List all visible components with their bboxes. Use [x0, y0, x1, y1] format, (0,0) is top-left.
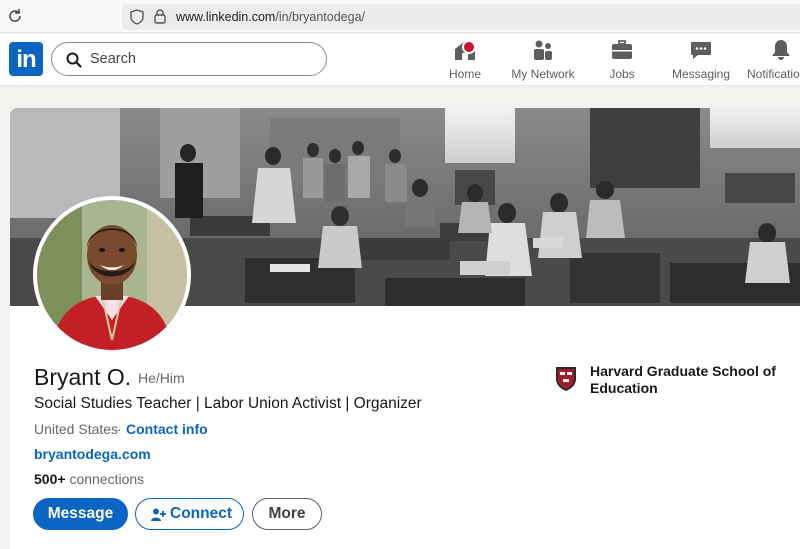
shield-icon[interactable]: [130, 9, 144, 25]
add-person-icon: [151, 508, 166, 521]
briefcase-icon: [612, 40, 632, 59]
nav-notifications[interactable]: Notifications: [745, 38, 800, 84]
separator-dot: ·: [117, 421, 122, 437]
reload-icon[interactable]: [6, 7, 24, 25]
website-link[interactable]: bryantodega.com: [34, 446, 151, 462]
connect-label: Connect: [170, 505, 232, 522]
message-button[interactable]: Message: [33, 498, 128, 530]
connect-button[interactable]: Connect: [135, 498, 244, 530]
profile-name: Bryant O.: [34, 364, 132, 390]
search-icon: [66, 52, 82, 68]
url-text[interactable]: www.linkedin.com/in/bryantodega/: [176, 10, 365, 24]
url-host: www.linkedin.com: [176, 10, 276, 24]
nav-messaging[interactable]: Messaging: [668, 38, 734, 84]
profile-card: Bryant O. He/Him Social Studies Teacher …: [10, 108, 800, 549]
more-button[interactable]: More: [252, 498, 322, 530]
nav-jobs-label: Jobs: [609, 67, 635, 81]
nav-my-network[interactable]: My Network: [507, 38, 579, 84]
contact-info-link[interactable]: Contact info: [126, 421, 208, 437]
search-input[interactable]: [90, 49, 310, 69]
url-path: /in/bryantodega/: [275, 10, 365, 24]
top-navigation: in Home My Network Jobs Messaging Notifi…: [0, 34, 800, 86]
search-bar[interactable]: [51, 42, 327, 76]
nav-home-label: Home: [448, 67, 481, 81]
nav-messaging-label: Messaging: [671, 67, 731, 81]
nav-jobs[interactable]: Jobs: [600, 38, 644, 84]
browser-toolbar: www.linkedin.com/in/bryantodega/: [0, 0, 800, 33]
profile-photo: [37, 200, 187, 350]
linkedin-logo[interactable]: in: [9, 42, 43, 76]
nav-notifications-label: Notifications: [747, 67, 800, 81]
connections-number: 500+: [34, 471, 66, 487]
notification-badge: [462, 40, 476, 54]
harvard-shield-icon[interactable]: [555, 366, 577, 392]
nav-my-network-label: My Network: [511, 67, 575, 81]
messaging-icon: [691, 42, 711, 59]
bell-icon: [772, 40, 790, 60]
connections-label: connections: [69, 471, 145, 487]
nav-home[interactable]: Home: [440, 38, 490, 84]
lock-icon[interactable]: [154, 9, 166, 24]
profile-location: United States: [34, 421, 119, 437]
profile-pronouns: He/Him: [138, 370, 185, 386]
profile-avatar[interactable]: [33, 196, 191, 354]
profile-headline: Social Studies Teacher | Labor Union Act…: [34, 395, 422, 412]
my-network-icon: [534, 40, 552, 60]
connections-count[interactable]: 500+ connections: [34, 471, 144, 487]
education-name[interactable]: Harvard Graduate School of Education: [590, 363, 790, 397]
